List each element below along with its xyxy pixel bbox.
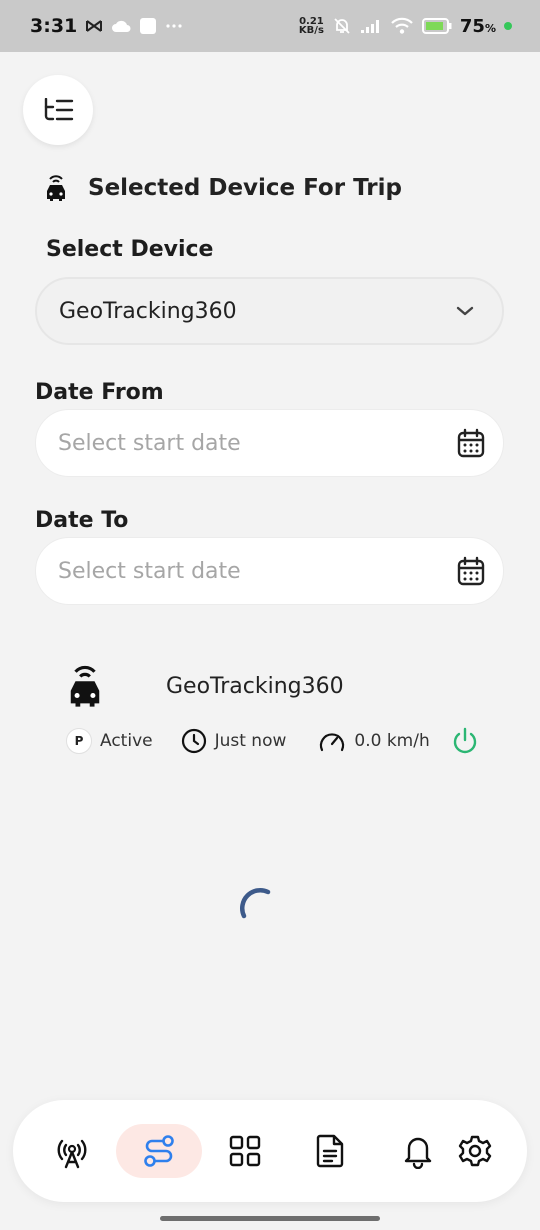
status-stat: P Active [66,728,153,754]
device-select-value: GeoTracking360 [59,298,237,324]
date-from-input[interactable]: Select start date [35,409,504,477]
nav-item-notifications[interactable] [375,1124,461,1178]
date-to-input[interactable]: Select start date [35,537,504,605]
broadcast-tower-icon [57,1139,87,1169]
document-icon [316,1134,344,1168]
signal-icon [360,20,379,33]
date-to-placeholder: Select start date [58,558,241,584]
cloud-icon [112,20,131,32]
battery-percent: 75% [460,16,496,37]
battery-percent-value: 75 [459,15,485,37]
battery-percent-suffix: % [484,21,496,35]
status-bar-right: 0.21 KB/s 75% [299,16,512,37]
date-to-label: Date To [35,508,129,533]
page-header: Selected Device For Trip [44,168,402,208]
grid-icon [229,1135,261,1167]
nav-item-dashboard[interactable] [202,1124,288,1178]
speed-text: 0.0 km/h [354,731,430,751]
nav-item-live-tracking[interactable] [29,1124,115,1178]
status-text: Active [100,731,153,751]
privacy-indicator-dot [504,22,512,30]
date-from-label: Date From [35,380,164,405]
bell-icon [404,1137,432,1169]
parking-badge: P [66,728,92,754]
status-bar: 3:31 0.21 KB/s 75% [0,0,540,52]
power-icon[interactable] [452,727,478,755]
bell-muted-icon [334,18,350,34]
menu-button[interactable] [23,75,93,145]
calendar-icon[interactable] [457,556,485,586]
connected-car-icon [70,665,100,707]
select-device-label: Select Device [46,237,214,262]
nav-item-trips[interactable] [116,1124,202,1178]
last-update-stat: Just now [181,728,287,754]
route-icon [144,1135,174,1167]
chevron-down-icon [456,306,474,316]
menu-list-icon [44,98,74,121]
more-dots-icon [166,24,182,28]
status-bar-left: 3:31 [30,15,183,37]
connected-car-icon [47,175,65,201]
device-stats: P Active Just now 0.0 km/h [66,724,478,758]
home-indicator[interactable] [160,1216,380,1221]
capcut-icon [86,20,103,32]
device-name: GeoTracking360 [166,673,344,699]
calendar-icon[interactable] [457,428,485,458]
loading-spinner [240,888,271,919]
net-speed-unit: KB/s [298,25,324,36]
nav-item-settings[interactable] [458,1124,514,1178]
speed-stat: 0.0 km/h [318,729,430,753]
device-card-header[interactable]: GeoTracking360 [66,660,344,712]
status-time: 3:31 [30,15,78,37]
speedometer-icon [320,733,345,752]
gear-icon [458,1135,492,1167]
last-update-text: Just now [214,731,287,751]
battery-icon [421,18,452,34]
nav-item-reports[interactable] [288,1124,374,1178]
date-from-placeholder: Select start date [58,430,241,456]
clock-icon [181,728,206,754]
net-speed: 0.21 KB/s [298,17,324,36]
wifi-icon [391,17,413,34]
page-title: Selected Device For Trip [88,175,402,201]
bottom-navigation [13,1100,527,1202]
device-select[interactable]: GeoTracking360 [35,277,504,345]
app-square-icon [140,18,157,34]
